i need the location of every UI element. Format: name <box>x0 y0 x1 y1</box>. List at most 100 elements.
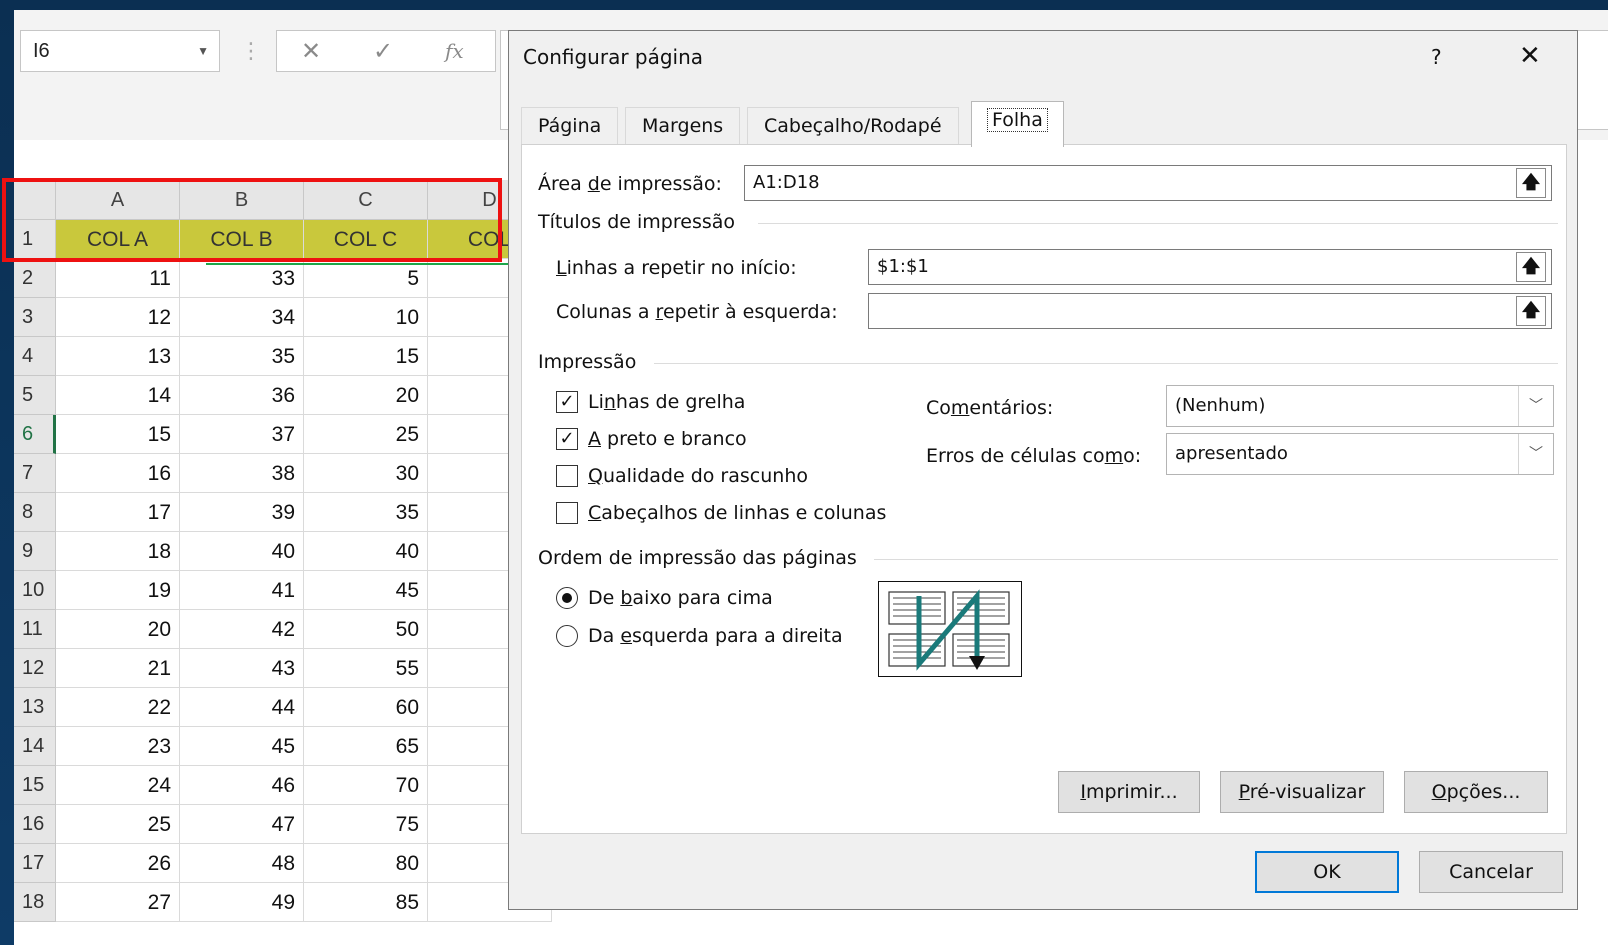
table-cell[interactable]: 37 <box>180 415 304 454</box>
table-cell[interactable]: 80 <box>304 844 428 883</box>
row-header[interactable]: 14 <box>14 727 56 766</box>
row-header[interactable]: 6 <box>14 415 56 454</box>
collapse-dialog-icon[interactable]: 🡅 <box>1516 296 1546 326</box>
table-cell[interactable]: 49 <box>180 883 304 922</box>
row-header[interactable]: 15 <box>14 766 56 805</box>
close-icon[interactable]: ✕ <box>1519 41 1541 71</box>
cell-errors-select[interactable]: apresentado ﹀ <box>1166 433 1554 475</box>
tab-header-footer[interactable]: Cabeçalho/Rodapé <box>747 107 959 145</box>
table-cell[interactable]: 35 <box>180 337 304 376</box>
options-button[interactable]: Opções... <box>1404 771 1548 813</box>
row-header[interactable]: 5 <box>14 376 56 415</box>
table-cell[interactable]: 55 <box>304 649 428 688</box>
table-cell[interactable]: 44 <box>180 688 304 727</box>
help-icon[interactable]: ? <box>1431 45 1442 69</box>
row-col-headings-checkbox[interactable] <box>556 502 578 524</box>
cancel-button[interactable]: Cancelar <box>1419 851 1563 893</box>
row-header[interactable]: 7 <box>14 454 56 493</box>
row-header[interactable]: 16 <box>14 805 56 844</box>
row-header[interactable]: 1 <box>14 220 56 259</box>
chevron-down-icon[interactable]: ▼ <box>197 31 209 71</box>
table-cell[interactable]: 22 <box>56 688 180 727</box>
column-header-a[interactable]: A <box>56 180 180 220</box>
row-header[interactable]: 11 <box>14 610 56 649</box>
chevron-down-icon[interactable]: ﹀ <box>1518 386 1553 426</box>
rows-to-repeat-input[interactable]: $1:$1 <box>868 249 1552 285</box>
table-cell[interactable]: 46 <box>180 766 304 805</box>
row-header[interactable]: 18 <box>14 883 56 922</box>
down-then-over-radio[interactable] <box>556 587 578 609</box>
print-button[interactable]: Imprimir... <box>1058 771 1200 813</box>
table-cell[interactable]: 45 <box>304 571 428 610</box>
table-cell[interactable]: 18 <box>56 532 180 571</box>
table-cell[interactable]: 75 <box>304 805 428 844</box>
insert-function-icon[interactable]: fx <box>445 39 464 63</box>
table-cell[interactable]: 34 <box>180 298 304 337</box>
enter-icon[interactable]: ✓ <box>373 37 393 66</box>
table-cell[interactable]: 30 <box>304 454 428 493</box>
table-cell[interactable]: 26 <box>56 844 180 883</box>
columns-to-repeat-input[interactable] <box>868 293 1552 329</box>
collapse-dialog-icon[interactable]: 🡅 <box>1516 252 1546 282</box>
chevron-down-icon[interactable]: ﹀ <box>1518 434 1553 474</box>
table-cell[interactable]: 50 <box>304 610 428 649</box>
table-cell[interactable]: 60 <box>304 688 428 727</box>
row-header[interactable]: 10 <box>14 571 56 610</box>
table-cell[interactable]: 25 <box>304 415 428 454</box>
print-area-input[interactable]: A1:D18 <box>744 165 1552 201</box>
table-cell[interactable]: 38 <box>180 454 304 493</box>
table-cell[interactable]: 20 <box>56 610 180 649</box>
table-cell[interactable]: 47 <box>180 805 304 844</box>
table-cell[interactable]: 17 <box>56 493 180 532</box>
table-cell[interactable]: 42 <box>180 610 304 649</box>
table-cell[interactable]: 13 <box>56 337 180 376</box>
table-cell[interactable]: 36 <box>180 376 304 415</box>
table-cell[interactable]: 25 <box>56 805 180 844</box>
cancel-icon[interactable]: ✕ <box>301 37 321 66</box>
print-preview-button[interactable]: Pré-visualizar <box>1220 771 1384 813</box>
table-cell[interactable]: 40 <box>180 532 304 571</box>
table-cell[interactable]: 45 <box>180 727 304 766</box>
table-cell[interactable]: 12 <box>56 298 180 337</box>
row-header[interactable]: 12 <box>14 649 56 688</box>
row-header[interactable]: 13 <box>14 688 56 727</box>
table-cell[interactable]: 14 <box>56 376 180 415</box>
table-cell[interactable]: 43 <box>180 649 304 688</box>
table-cell[interactable]: 35 <box>304 493 428 532</box>
row-header[interactable]: 9 <box>14 532 56 571</box>
table-cell[interactable]: 27 <box>56 883 180 922</box>
table-cell[interactable]: 23 <box>56 727 180 766</box>
table-cell[interactable]: 16 <box>56 454 180 493</box>
draft-quality-checkbox[interactable] <box>556 465 578 487</box>
header-cell[interactable]: COL A <box>56 220 180 259</box>
black-white-checkbox[interactable]: ✓ <box>556 428 578 450</box>
table-cell[interactable]: 21 <box>56 649 180 688</box>
table-cell[interactable]: 15 <box>56 415 180 454</box>
name-box[interactable]: I6 ▼ <box>20 30 220 72</box>
gridlines-checkbox[interactable]: ✓ <box>556 391 578 413</box>
tab-page[interactable]: Página <box>521 107 619 145</box>
comments-select[interactable]: (Nenhum) ﹀ <box>1166 385 1554 427</box>
table-cell[interactable]: 10 <box>304 298 428 337</box>
row-header[interactable]: 3 <box>14 298 56 337</box>
table-cell[interactable]: 40 <box>304 532 428 571</box>
table-cell[interactable]: 19 <box>56 571 180 610</box>
tab-margins[interactable]: Margens <box>625 107 741 145</box>
column-header-b[interactable]: B <box>180 180 304 220</box>
table-cell[interactable]: 24 <box>56 766 180 805</box>
select-all-corner[interactable] <box>14 180 56 220</box>
header-cell[interactable]: COL B <box>180 220 304 259</box>
row-header[interactable]: 8 <box>14 493 56 532</box>
row-header[interactable]: 17 <box>14 844 56 883</box>
column-header-c[interactable]: C <box>304 180 428 220</box>
table-cell[interactable]: 70 <box>304 766 428 805</box>
table-cell[interactable]: 15 <box>304 337 428 376</box>
table-cell[interactable]: 39 <box>180 493 304 532</box>
collapse-dialog-icon[interactable]: 🡅 <box>1516 168 1546 198</box>
ok-button[interactable]: OK <box>1255 851 1399 893</box>
table-cell[interactable]: 11 <box>56 259 180 298</box>
row-header[interactable]: 4 <box>14 337 56 376</box>
over-then-down-radio[interactable] <box>556 625 578 647</box>
row-header[interactable]: 2 <box>14 259 56 298</box>
tab-sheet[interactable]: Folha <box>971 101 1064 147</box>
